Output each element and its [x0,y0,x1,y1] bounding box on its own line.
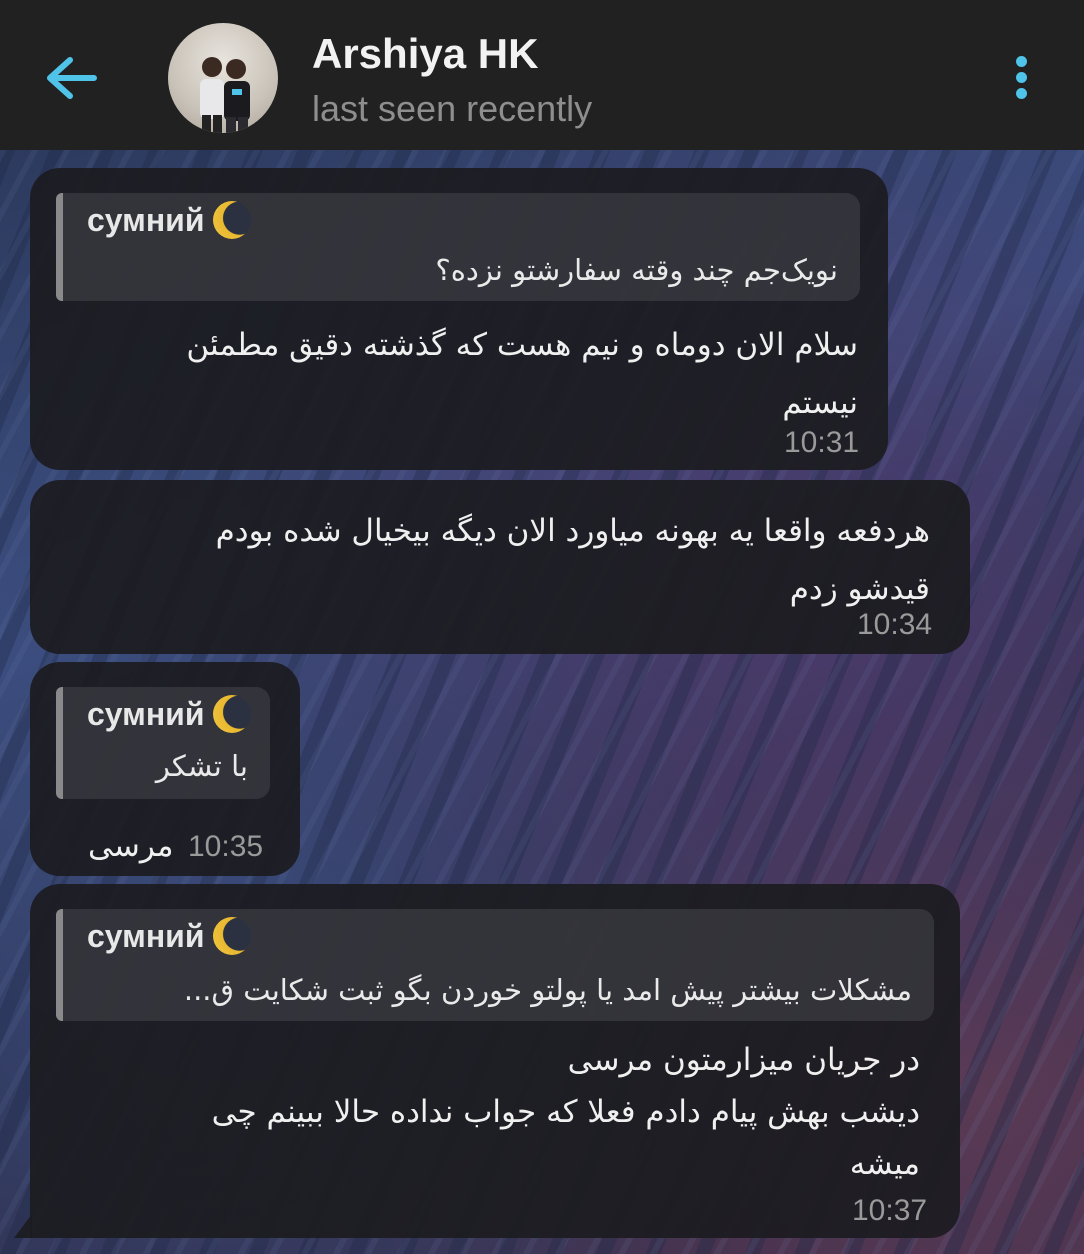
back-arrow-icon[interactable] [40,50,102,106]
message-time: 10:31 [784,426,860,459]
message-time: 10:37 [852,1194,928,1227]
moon-emoji-icon [212,201,251,239]
chat-title[interactable]: Arshiya HK [312,30,538,78]
bubble-tail [14,1214,32,1238]
message-text: سلام الان دوماه و نیم هست که گذشته دقیق … [186,327,858,421]
message-time: 10:34 [857,608,933,641]
message-bubble[interactable]: сумний مشکلات بیشتر پیش امد یا پولتو خور… [30,884,960,1238]
message-bubble[interactable]: сумний نویک‌جم چند وقته سفارشتو نزده؟ سل… [30,168,888,470]
reply-preview[interactable]: сумний نویک‌جم چند وقته سفارشتو نزده؟ [56,193,860,301]
more-options-icon[interactable] [1004,52,1038,108]
reply-text: مشکلات بیشتر پیش امد یا پولتو خوردن بگو … [183,973,912,1007]
reply-preview[interactable]: сумний مشکلات بیشتر پیش امد یا پولتو خور… [56,909,934,1021]
message-bubble[interactable]: هردفعه واقعا یه بهونه میاورد الان دیگه ب… [30,480,970,654]
message-text: مرسی [88,828,174,864]
message-text: هردفعه واقعا یه بهونه میاورد الان دیگه ب… [215,513,930,607]
moon-emoji-icon [212,917,251,955]
last-seen-status: last seen recently [312,88,593,129]
avatar[interactable] [168,23,278,133]
reply-author: сумний [87,695,251,733]
reply-author: сумний [87,917,251,955]
moon-emoji-icon [212,695,251,733]
reply-text: با تشکر [155,749,248,783]
reply-text: نویک‌جم چند وقته سفارشتو نزده؟ [435,253,838,287]
message-time: 10:35 [188,830,264,863]
reply-preview[interactable]: сумний با تشکر [56,687,270,799]
message-bubble[interactable]: сумний با تشکر مرسی 10:35 [30,662,300,876]
message-text: در جریان میزارمتون مرسی دیشب بهش پیام دا… [211,1042,920,1182]
chat-header: Arshiya HK last seen recently [0,0,1084,150]
reply-author: сумний [87,201,251,239]
